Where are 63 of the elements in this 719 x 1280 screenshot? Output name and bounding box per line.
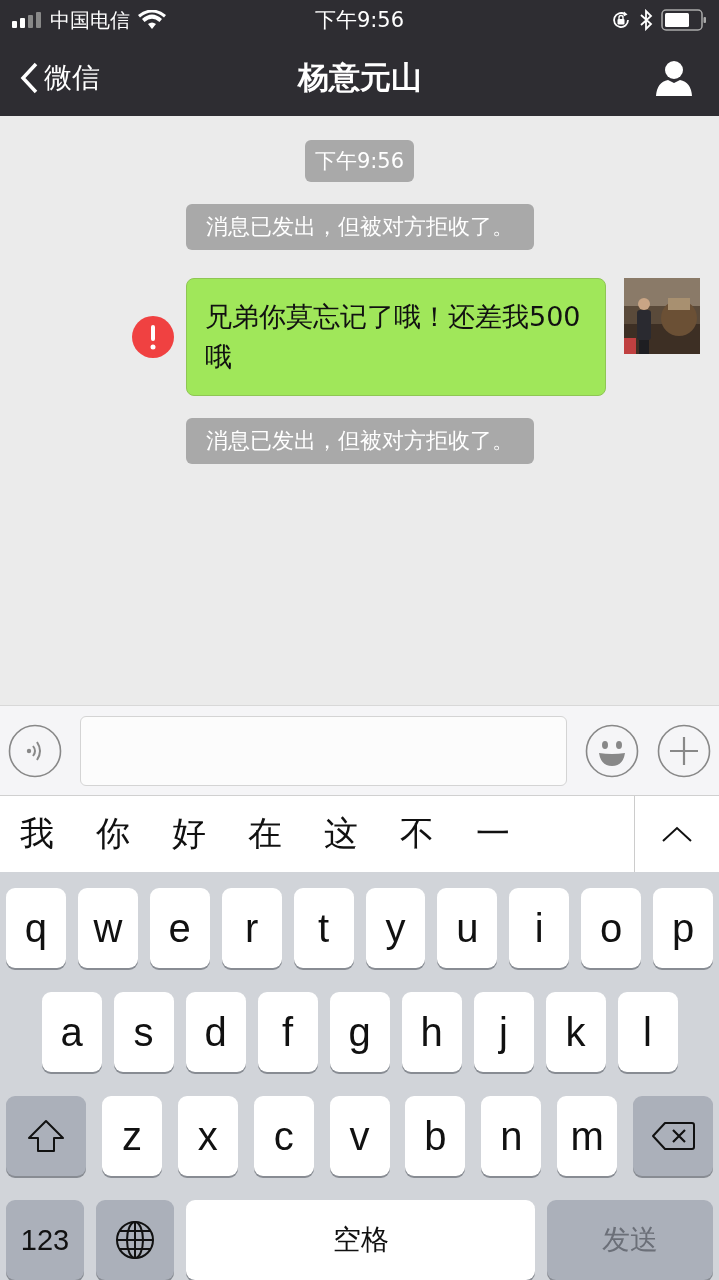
status-time: 下午9:56 [314,7,405,34]
shift-icon [27,1119,65,1153]
letter-key[interactable]: x [177,1096,238,1176]
person-icon[interactable] [655,59,693,98]
letter-key[interactable]: l [617,992,678,1072]
battery-icon [661,9,707,31]
letter-key[interactable]: s [113,992,174,1072]
error-icon[interactable] [132,316,174,359]
letter-key[interactable]: a [41,992,102,1072]
letter-key[interactable]: g [329,992,390,1072]
space-key[interactable]: 空格 [186,1200,535,1280]
bluetooth-icon [639,9,653,31]
back-icon [20,62,38,95]
voice-icon[interactable] [8,723,62,778]
letter-key[interactable]: o [581,888,642,968]
emoji-icon[interactable] [585,723,639,778]
letter-key[interactable]: k [545,992,606,1072]
letter-key[interactable]: p [653,888,714,968]
candidate-word[interactable]: 我 [20,811,54,858]
candidate-word[interactable]: 这 [324,811,358,858]
time-stamp: 下午9:56 [304,140,415,183]
system-notice: 消息已发出，但被对方拒收了。 [185,204,534,251]
letter-key[interactable]: b [405,1096,466,1176]
letter-key[interactable]: v [329,1096,390,1176]
rotation-lock-icon [611,10,631,30]
back-label: 微信 [44,60,100,97]
message-bubble: 兄弟你莫忘记了哦！还差我500哦 [186,278,606,397]
letter-key[interactable]: t [293,888,354,968]
letter-key[interactable]: c [253,1096,314,1176]
letter-key[interactable]: q [5,888,66,968]
letter-key[interactable]: w [77,888,138,968]
carrier-name: 中国电信 [50,6,130,34]
letter-key[interactable]: z [101,1096,162,1176]
system-notice: 消息已发出，但被对方拒收了。 [185,418,534,465]
caret-icon [661,825,693,844]
chat-title: 杨意元山 [297,58,422,98]
plus-icon[interactable] [657,723,711,778]
candidate-word[interactable]: 一 [476,811,510,858]
globe-key[interactable] [96,1200,174,1280]
letter-key[interactable]: u [437,888,498,968]
message-input[interactable] [80,715,567,786]
candidate-word[interactable]: 你 [96,811,130,858]
globe-icon [115,1220,155,1260]
candidate-word[interactable]: 在 [248,811,282,858]
letter-key[interactable]: i [509,888,570,968]
shift-key[interactable] [6,1096,86,1176]
letter-key[interactable]: r [221,888,282,968]
letter-key[interactable]: e [149,888,210,968]
candidate-word[interactable]: 好 [172,811,206,858]
letter-key[interactable]: j [473,992,534,1072]
numbers-key[interactable]: 123 [6,1200,84,1280]
back-button[interactable]: 微信 [20,59,100,98]
candidate-word[interactable]: 不 [400,811,434,858]
signal-icon [12,12,42,28]
letter-key[interactable]: y [365,888,426,968]
delete-key[interactable] [633,1096,713,1176]
backspace-icon [651,1121,695,1151]
letter-key[interactable]: f [257,992,318,1072]
wifi-icon [138,10,166,30]
letter-key[interactable]: n [481,1096,542,1176]
letter-key[interactable]: m [557,1096,618,1176]
letter-key[interactable]: h [401,992,462,1072]
letter-key[interactable]: d [185,992,246,1072]
